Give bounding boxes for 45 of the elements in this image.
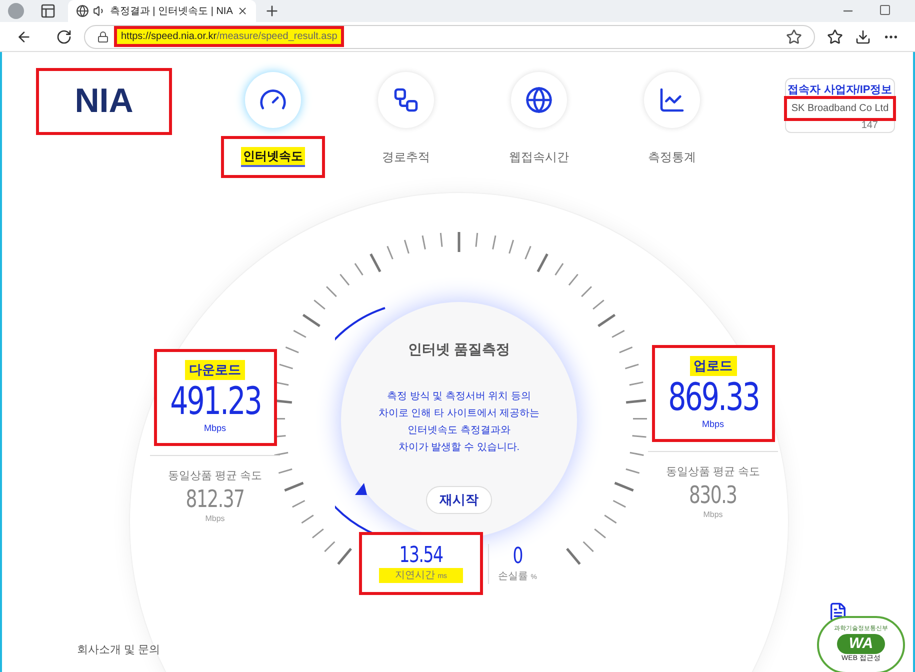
speed-unit: Mbps [204, 422, 226, 435]
maximize-icon[interactable] [879, 4, 891, 16]
average-speed-label: 동일상품 평균 속도 [168, 469, 262, 484]
latency-value: 13.54 [399, 544, 443, 568]
ip-text: 147 [861, 118, 878, 132]
loss-value: 0 [512, 545, 523, 569]
nav-tab[interactable]: 웹접속시간 [490, 139, 588, 175]
speed-value: 869.33 [668, 376, 758, 418]
tab-title: 측정결과 | 인터넷속도 | NIA [110, 4, 233, 18]
nav-tab[interactable]: 경로추적 [357, 139, 455, 175]
restart-button[interactable]: 재시작 [426, 486, 492, 514]
average-speed-value: 812.37 [186, 484, 244, 512]
new-tab-icon[interactable] [264, 3, 280, 19]
refresh-icon[interactable] [56, 28, 72, 44]
globe-icon [525, 86, 553, 114]
average-speed-unit: Mbps [703, 508, 723, 520]
nav-tab[interactable]: 인터넷속도 [224, 139, 322, 175]
nav-tab[interactable]: 측정통계 [623, 139, 721, 175]
average-speed-unit: Mbps [205, 512, 225, 524]
logo[interactable]: NIA [39, 71, 169, 132]
speed-value: 491.23 [170, 380, 260, 422]
progress-marker-icon [354, 482, 368, 496]
download-icon[interactable] [855, 28, 871, 44]
badge-mark: WA [836, 634, 886, 654]
speed-label: 업로드 [690, 356, 736, 376]
close-icon[interactable] [236, 5, 248, 17]
speed-unit: Mbps [702, 418, 724, 431]
tab-actions-icon[interactable] [40, 3, 56, 19]
browser-tab[interactable]: 측정결과 | 인터넷속도 | NIA [68, 0, 256, 22]
url-text: https://speed.nia.or.kr/measure/speed_result.asp [117, 29, 342, 44]
company-info-link[interactable]: 회사소개 및 문의 [77, 642, 160, 658]
favorites-icon[interactable] [827, 28, 843, 44]
route-icon [392, 86, 420, 114]
chart-icon [658, 86, 686, 114]
lock-icon [97, 30, 109, 42]
address-field[interactable]: https://speed.nia.or.kr/measure/speed_result.asp [84, 24, 815, 48]
average-speed-value: 830.3 [689, 480, 737, 508]
globe-icon [76, 4, 89, 18]
favorite-star-icon[interactable] [786, 28, 802, 44]
isp-title: 접속자 사업자/IP정보 [788, 83, 892, 98]
speed-label: 다운로드 [185, 360, 245, 380]
average-speed-label: 동일상품 평균 속도 [666, 465, 760, 480]
back-icon[interactable] [16, 28, 32, 44]
notice-text: 측정 방식 및 측정서버 위치 등의 차이로 인해 타 사이트에서 제공하는 인터넷속도 측정결과와 차이가 발생할 수 있습니다. [378, 390, 540, 455]
gauge-title: 인터넷 품질측정 [408, 340, 510, 359]
